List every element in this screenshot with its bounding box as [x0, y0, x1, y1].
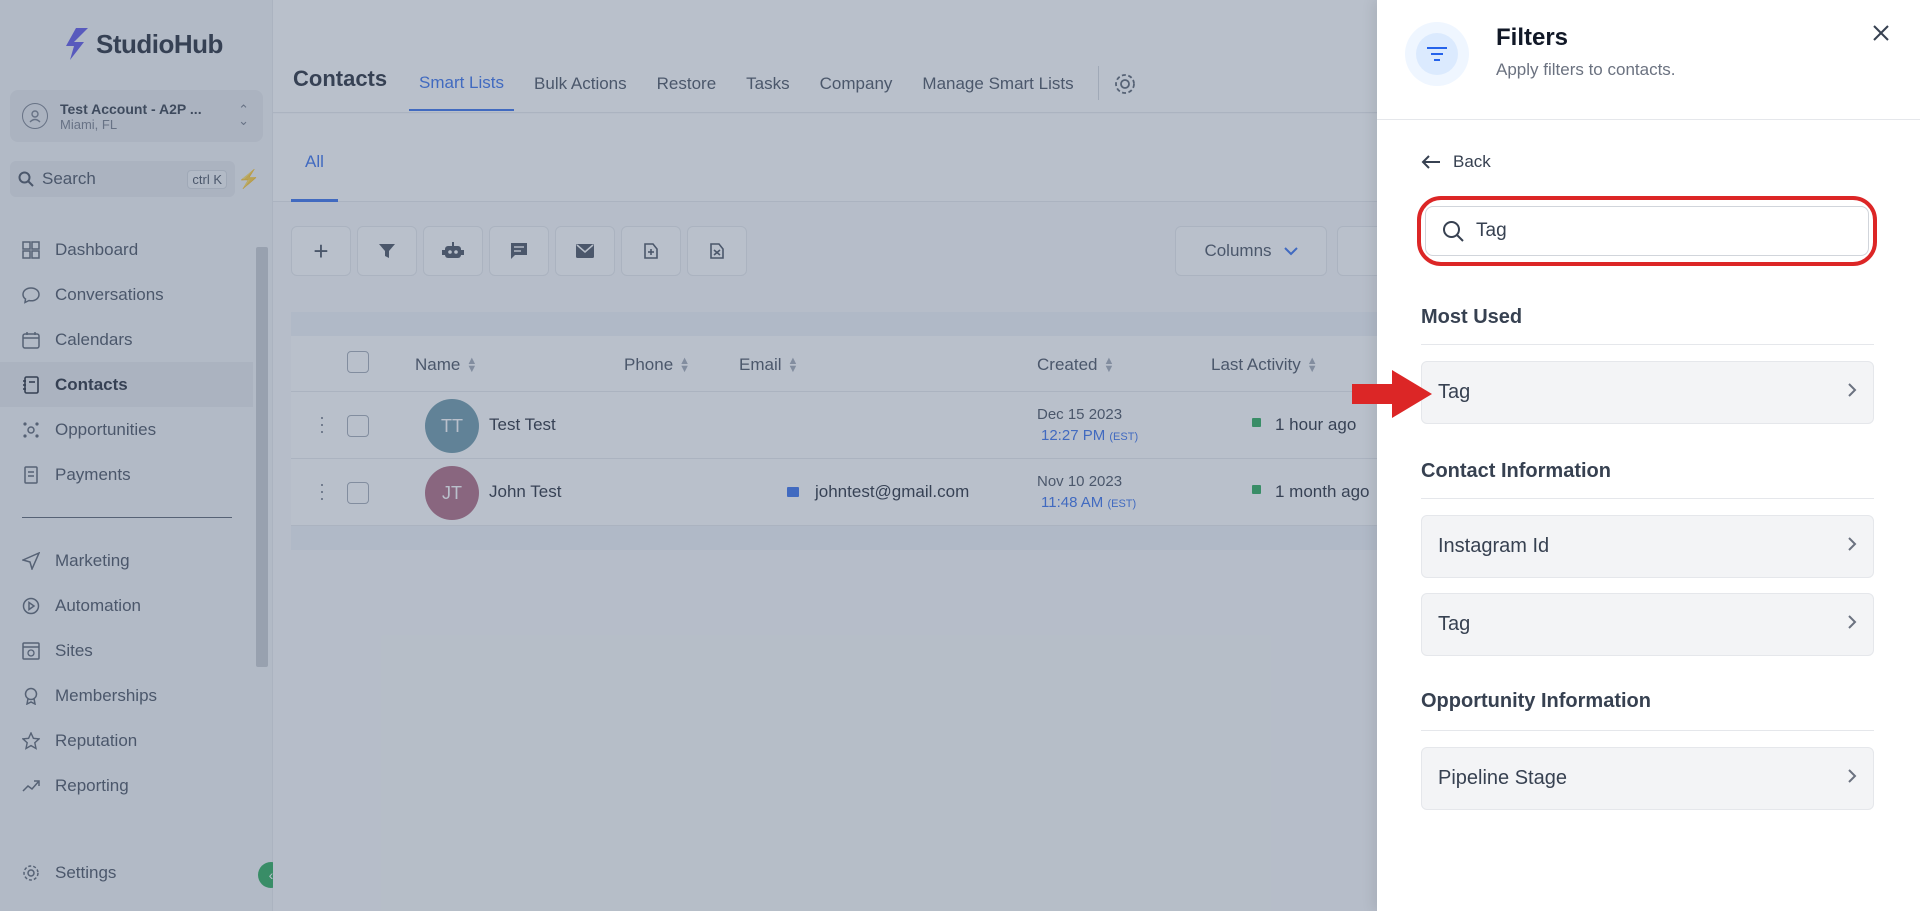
- search-icon: [1443, 221, 1464, 242]
- filters-panel-header: Filters Apply filters to contacts.: [1377, 0, 1920, 120]
- filter-search-field[interactable]: [1425, 206, 1869, 256]
- annotation-arrow-icon: [1352, 370, 1432, 418]
- filter-item-tag-most-used[interactable]: Tag: [1421, 361, 1874, 424]
- group-divider: [1421, 730, 1874, 731]
- filters-title: Filters: [1496, 24, 1569, 51]
- arrow-left-icon: [1421, 155, 1440, 169]
- group-title-most-used: Most Used: [1421, 306, 1523, 328]
- filter-item-tag-contact[interactable]: Tag: [1421, 593, 1874, 656]
- filters-panel: Filters Apply filters to contacts. Back …: [1377, 0, 1920, 911]
- close-icon[interactable]: [1872, 18, 1890, 49]
- filter-search-input[interactable]: [1476, 220, 1856, 242]
- back-button[interactable]: Back: [1421, 152, 1491, 172]
- group-title-opportunity-information: Opportunity Information: [1421, 690, 1651, 712]
- back-label: Back: [1453, 152, 1491, 171]
- filter-item-label: Pipeline Stage: [1438, 767, 1567, 789]
- filter-item-label: Tag: [1438, 613, 1471, 635]
- chevron-right-icon: [1847, 767, 1857, 790]
- chevron-right-icon: [1847, 535, 1857, 558]
- modal-backdrop[interactable]: [0, 0, 1377, 911]
- filters-subtitle: Apply filters to contacts.: [1496, 60, 1676, 79]
- group-divider: [1421, 344, 1874, 345]
- filter-badge: [1405, 22, 1469, 86]
- group-divider: [1421, 498, 1874, 499]
- chevron-right-icon: [1847, 613, 1857, 636]
- filter-item-label: Instagram Id: [1438, 535, 1550, 557]
- filter-item-pipeline-stage[interactable]: Pipeline Stage: [1421, 747, 1874, 810]
- filter-item-instagram-id[interactable]: Instagram Id: [1421, 515, 1874, 578]
- chevron-right-icon: [1847, 381, 1857, 404]
- filter-item-label: Tag: [1438, 381, 1471, 403]
- filter-lines-icon: [1416, 33, 1458, 75]
- group-title-contact-information: Contact Information: [1421, 460, 1611, 482]
